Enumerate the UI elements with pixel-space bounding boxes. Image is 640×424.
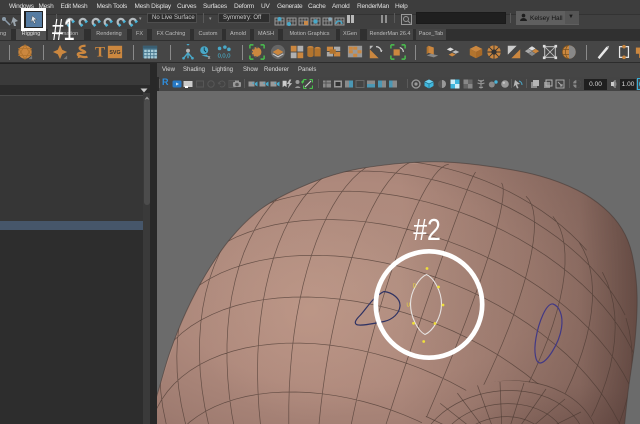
svg-text:U: U [407, 303, 411, 309]
svg-text:0,0,0: 0,0,0 [218, 53, 231, 59]
svg-text:SVG: SVG [109, 50, 120, 56]
svg-text:D: D [413, 284, 417, 290]
svg-text:#2: #2 [413, 212, 441, 246]
svg-text:T: T [95, 44, 105, 60]
svg-text:x: x [208, 55, 211, 60]
